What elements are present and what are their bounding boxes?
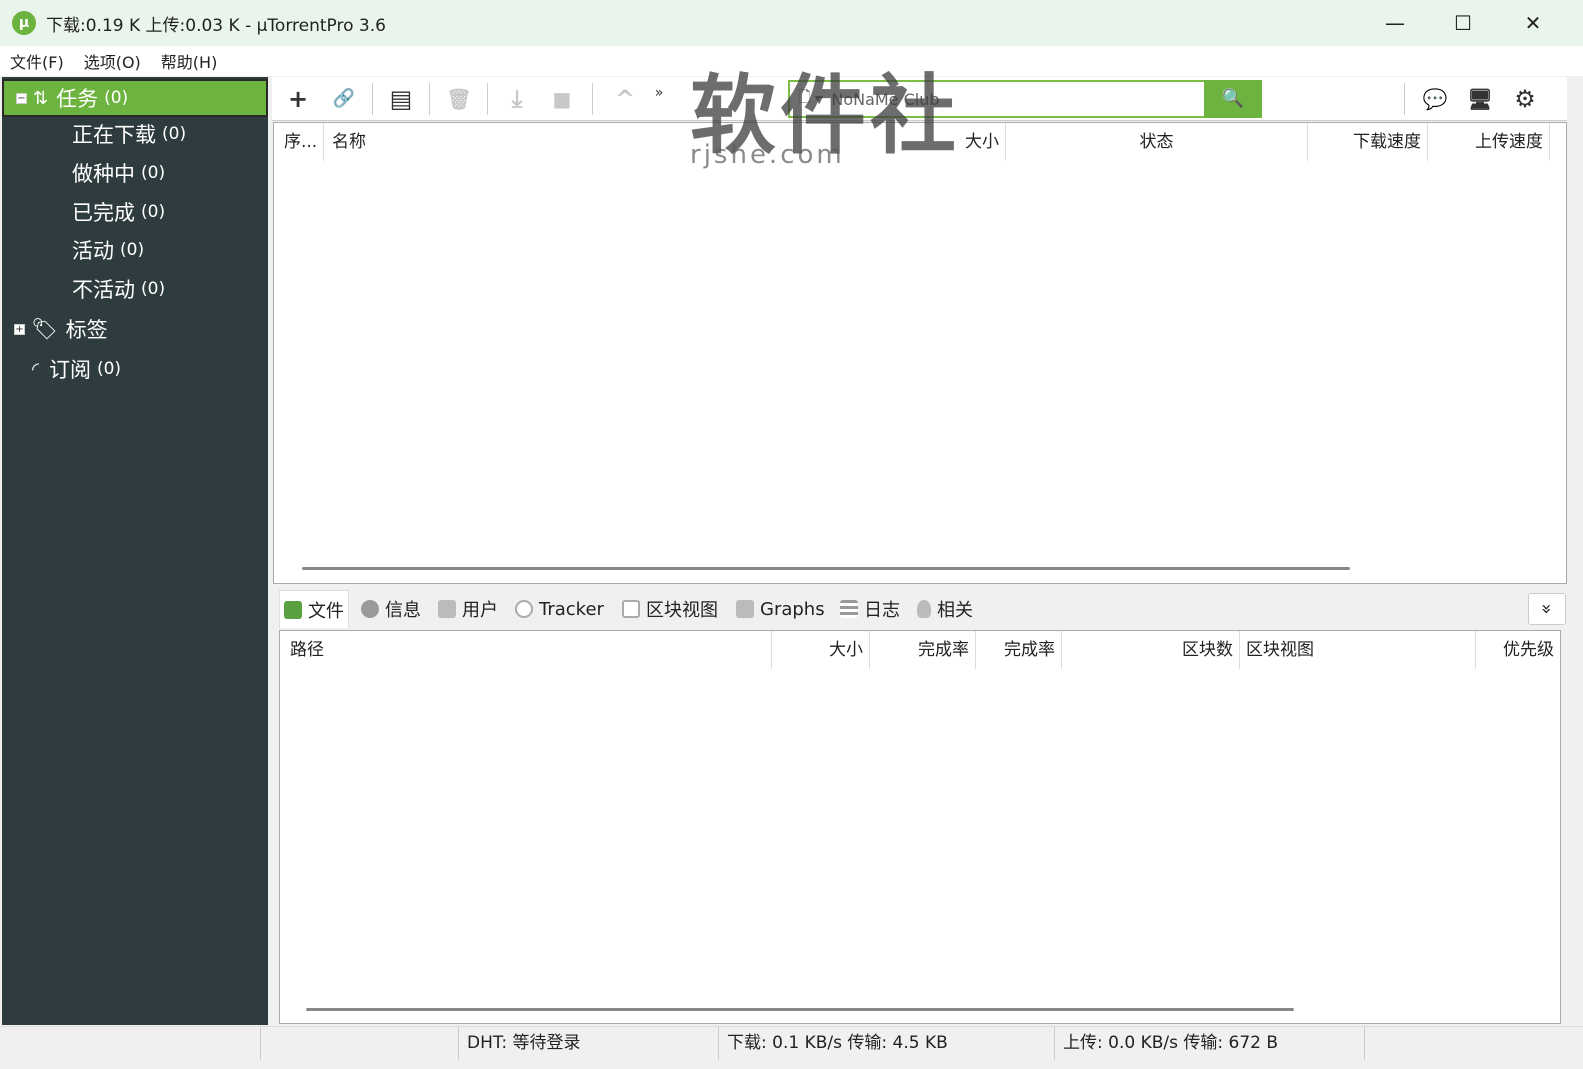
sidebar-item-inactive[interactable]: 不活动 (0)	[2, 270, 268, 308]
lightbulb-icon	[917, 600, 931, 618]
detail-tabs: 文件 信息 用户 Tracker 区块视图 Graphs 日志 相关 »	[273, 590, 1567, 628]
status-dht: DHT: 等待登录	[458, 1027, 718, 1060]
watermark-url: rjshe.com	[690, 140, 845, 170]
graph-icon	[736, 600, 754, 618]
sidebar-item-label: 正在下载	[72, 123, 156, 147]
sidebar: − ⇅ 任务 (0) 正在下载 (0) 做种中 (0) 已完成 (0) 活动 (0) 不活…	[2, 77, 268, 1025]
sidebar-item-label: 标签	[65, 318, 108, 342]
tab-label: 用户	[462, 600, 498, 621]
expand-icon[interactable]: +	[14, 323, 25, 335]
log-icon	[840, 600, 858, 618]
column-header-percent[interactable]: 完成率	[976, 631, 1062, 669]
tracker-icon	[515, 600, 533, 618]
sidebar-item-count: (0)	[120, 240, 145, 260]
pieces-icon	[622, 600, 640, 618]
column-header-priority[interactable]: 优先级	[1476, 631, 1560, 669]
column-header-path[interactable]: 路径	[284, 631, 772, 669]
menu-options[interactable]: 选项(O)	[84, 49, 141, 73]
column-header-done[interactable]: 完成率	[870, 631, 976, 669]
horizontal-scrollbar[interactable]	[306, 1008, 1294, 1011]
file-list[interactable]: 路径 大小 完成率 完成率 区块数 区块视图 优先级	[279, 630, 1561, 1024]
info-icon	[361, 600, 379, 618]
sidebar-item-count: (0)	[141, 163, 166, 183]
utorrent-logo-icon: µ	[12, 11, 36, 35]
sidebar-item-seeding[interactable]: 做种中 (0)	[2, 154, 268, 192]
tab-label: 相关	[937, 600, 973, 621]
create-torrent-button[interactable]: ▤	[384, 83, 418, 115]
sidebar-item-tasks[interactable]: − ⇅ 任务 (0)	[2, 79, 268, 117]
sidebar-item-labels[interactable]: + 🏷 标签	[2, 310, 268, 348]
sidebar-item-label: 已完成	[72, 201, 135, 225]
users-icon	[438, 600, 456, 618]
status-empty	[260, 1027, 460, 1060]
settings-icon[interactable]: ⚙	[1508, 83, 1542, 115]
stop-button[interactable]: ■	[545, 83, 579, 115]
tab-label: 信息	[385, 600, 421, 621]
tab-graphs[interactable]: Graphs	[732, 590, 829, 628]
column-header-upload-speed[interactable]: 上传速度	[1428, 123, 1550, 161]
transfer-arrows-icon: ⇅	[33, 87, 49, 109]
sidebar-item-count: (0)	[96, 359, 122, 379]
horizontal-scrollbar[interactable]	[302, 567, 1350, 570]
move-up-button[interactable]: ^	[608, 83, 642, 115]
column-header-pieces-view[interactable]: 区块视图	[1240, 631, 1476, 669]
window-title: 下载:0.19 K 上传:0.03 K - µTorrentPro 3.6	[46, 15, 386, 36]
chat-icon[interactable]: 💬	[1418, 83, 1452, 115]
sidebar-item-label: 订阅	[48, 358, 91, 382]
files-icon	[284, 600, 302, 619]
sidebar-item-label: 不活动	[72, 278, 135, 302]
sidebar-item-count: (0)	[104, 88, 129, 108]
maximize-button[interactable]: ☐	[1428, 0, 1498, 46]
tab-label: 区块视图	[646, 600, 718, 621]
status-bar: DHT: 等待登录 下载: 0.1 KB/s 传输: 4.5 KB 上传: 0.…	[0, 1026, 1583, 1060]
sidebar-item-label: 做种中	[72, 162, 135, 186]
sidebar-item-label: 活动	[72, 239, 114, 263]
sidebar-item-label: 任务	[56, 87, 99, 111]
collapse-icon[interactable]: −	[16, 92, 27, 104]
close-button[interactable]: ✕	[1498, 0, 1568, 46]
more-tools-button[interactable]: »	[642, 77, 676, 109]
tag-icon: 🏷	[31, 316, 58, 341]
tab-label: 文件	[308, 600, 344, 622]
tab-tracker[interactable]: Tracker	[511, 590, 608, 628]
column-header-pieces[interactable]: 区块数	[1062, 631, 1240, 669]
sidebar-item-count: (0)	[141, 279, 166, 299]
add-torrent-button[interactable]: +	[281, 83, 315, 115]
sidebar-item-downloading[interactable]: 正在下载 (0)	[2, 115, 268, 153]
add-url-button[interactable]: 🔗	[327, 83, 361, 115]
sidebar-item-count: (0)	[162, 124, 187, 144]
status-empty	[1364, 1027, 1514, 1060]
tab-label: Graphs	[760, 598, 825, 620]
expand-panel-button[interactable]: »	[1528, 593, 1566, 625]
column-header-status[interactable]: 状态	[1006, 123, 1308, 161]
tab-log[interactable]: 日志	[836, 590, 904, 628]
status-upload: 上传: 0.0 KB/s 传输: 672 B	[1054, 1027, 1364, 1060]
tab-files[interactable]: 文件	[279, 590, 349, 628]
menu-help[interactable]: 帮助(H)	[161, 49, 218, 73]
column-header-index[interactable]: 序...	[278, 123, 324, 161]
tab-pieces[interactable]: 区块视图	[618, 590, 722, 628]
sidebar-item-count: (0)	[141, 202, 166, 222]
column-header-size[interactable]: 大小	[772, 631, 870, 669]
status-download: 下载: 0.1 KB/s 传输: 4.5 KB	[718, 1027, 1054, 1060]
menu-file[interactable]: 文件(F)	[10, 49, 64, 73]
search-button[interactable]: 🔍	[1204, 80, 1262, 118]
tab-label: 日志	[864, 600, 900, 621]
tab-info[interactable]: 信息	[357, 590, 425, 628]
remote-icon[interactable]: 🖥	[1463, 83, 1497, 115]
minimize-button[interactable]: —	[1360, 0, 1430, 46]
title-bar: µ 下载:0.19 K 上传:0.03 K - µTorrentPro 3.6 …	[0, 0, 1583, 46]
sidebar-item-feeds[interactable]: ◜ 订阅 (0)	[2, 350, 268, 388]
tab-peers[interactable]: 用户	[434, 590, 502, 628]
sidebar-item-active[interactable]: 活动 (0)	[2, 231, 268, 269]
remove-button[interactable]: 🗑	[442, 83, 476, 115]
rss-icon: ◜	[32, 358, 39, 380]
sidebar-item-completed[interactable]: 已完成 (0)	[2, 193, 268, 231]
column-header-download-speed[interactable]: 下载速度	[1308, 123, 1428, 161]
download-button[interactable]: ⤓	[500, 83, 534, 115]
torrent-list[interactable]: 序... 名称 大小 状态 下载速度 上传速度	[273, 122, 1567, 584]
tab-related[interactable]: 相关	[913, 590, 977, 628]
tab-label: Tracker	[539, 598, 604, 620]
